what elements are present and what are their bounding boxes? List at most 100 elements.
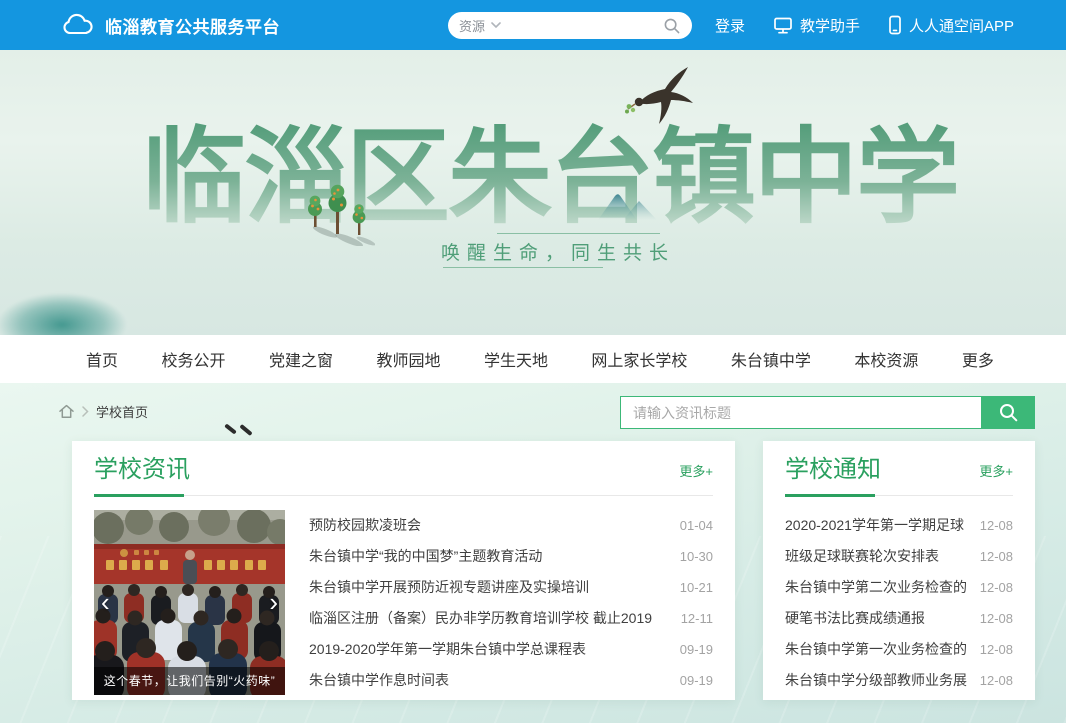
teaching-assistant-link[interactable]: 教学助手 bbox=[773, 15, 860, 36]
content-area: 学校首页 学校资讯 更多+ bbox=[0, 383, 1066, 723]
notice-item-title[interactable]: 朱台镇中学第二次业务检查的 bbox=[785, 577, 970, 597]
main-nav: 首页 校务公开 党建之窗 教师园地 学生天地 网上家长学校 朱台镇中学 bbox=[0, 335, 1066, 383]
nav-item: 本校资源 bbox=[854, 347, 918, 371]
notice-item[interactable]: 朱台镇中学第一次业务检查的 12-08 bbox=[785, 634, 1013, 665]
news-item-date: 12-11 bbox=[681, 611, 713, 626]
news-carousel[interactable]: ‹ › 这个春节，让我们告别“火药味” bbox=[94, 510, 285, 695]
notice-list: 2020-2021学年第一学期足球 12-08 班级足球联赛轮次安排表 12-0… bbox=[785, 510, 1013, 696]
notice-item-title[interactable]: 朱台镇中学第一次业务检查的 bbox=[785, 639, 970, 659]
news-item[interactable]: 预防校园欺凌班会 01-04 bbox=[309, 510, 713, 541]
topbar-links: 登录 教学助手 人人通空间APP bbox=[715, 0, 1014, 50]
news-item[interactable]: 朱台镇中学作息时间表 09-19 bbox=[309, 665, 713, 696]
panel-divider bbox=[785, 494, 1013, 497]
trees-decoration-icon bbox=[303, 182, 375, 251]
search-icon bbox=[998, 402, 1019, 423]
school-name-title: 临淄区朱台镇中学 bbox=[0, 114, 1066, 244]
nav-item: 朱台镇中学 bbox=[731, 347, 811, 371]
news-item-date: 01-04 bbox=[680, 518, 713, 533]
chevron-down-icon[interactable] bbox=[491, 22, 501, 29]
notice-item-date: 12-08 bbox=[980, 549, 1013, 564]
home-icon[interactable] bbox=[58, 403, 75, 420]
notice-panel-title: 学校通知 bbox=[785, 456, 881, 484]
news-item-date: 09-19 bbox=[680, 642, 713, 657]
nav-item: 网上家长学校 bbox=[591, 347, 687, 371]
search-icon[interactable] bbox=[663, 17, 681, 35]
slogan-line-bottom bbox=[443, 267, 603, 268]
nav-link[interactable]: 学生天地 bbox=[484, 353, 548, 370]
news-item-title[interactable]: 朱台镇中学开展预防近视专题讲座及实操培训 bbox=[309, 577, 670, 597]
news-item-date: 09-19 bbox=[680, 673, 713, 688]
phone-icon bbox=[888, 15, 902, 35]
news-item[interactable]: 临淄区注册（备案）民办非学历教育培训学校 截止2019 12-11 bbox=[309, 603, 713, 634]
news-searchbox bbox=[620, 396, 1035, 429]
nav-item: 党建之窗 bbox=[269, 347, 333, 371]
news-item-date: 10-30 bbox=[680, 549, 713, 564]
notice-item-date: 12-08 bbox=[980, 518, 1013, 533]
nav-link[interactable]: 朱台镇中学 bbox=[731, 353, 811, 370]
news-search-input[interactable] bbox=[620, 396, 982, 429]
nav-link[interactable]: 教师园地 bbox=[376, 353, 440, 370]
school-slogan: 唤醒生命，同生共长 bbox=[398, 238, 718, 265]
topbar-search[interactable]: 资源 bbox=[448, 12, 692, 39]
news-item-title[interactable]: 朱台镇中学作息时间表 bbox=[309, 670, 670, 690]
nav-link[interactable]: 党建之窗 bbox=[269, 353, 333, 370]
notice-item-title[interactable]: 硬笔书法比赛成绩通报 bbox=[785, 608, 970, 628]
breadcrumb: 学校首页 bbox=[58, 402, 148, 421]
news-item-title[interactable]: 临淄区注册（备案）民办非学历教育培训学校 截止2019 bbox=[309, 608, 671, 628]
breadcrumb-current[interactable]: 学校首页 bbox=[96, 402, 148, 421]
nav-link[interactable]: 更多 bbox=[962, 353, 994, 370]
carousel-prev-button[interactable]: ‹ bbox=[101, 589, 110, 615]
nav-item: 首页 bbox=[86, 347, 118, 371]
notice-item-date: 12-08 bbox=[980, 642, 1013, 657]
notice-item-date: 12-08 bbox=[980, 673, 1013, 688]
notice-item-date: 12-08 bbox=[980, 611, 1013, 626]
nav-item: 学生天地 bbox=[484, 347, 548, 371]
carousel-caption[interactable]: 这个春节，让我们告别“火药味” bbox=[94, 667, 285, 695]
notice-item[interactable]: 班级足球联赛轮次安排表 12-08 bbox=[785, 541, 1013, 572]
search-category-select[interactable]: 资源 bbox=[459, 16, 485, 35]
news-item[interactable]: 朱台镇中学开展预防近视专题讲座及实操培训 10-21 bbox=[309, 572, 713, 603]
news-list: 预防校园欺凌班会 01-04 朱台镇中学“我的中国梦”主题教育活动 10-30 … bbox=[309, 510, 713, 696]
news-item[interactable]: 朱台镇中学“我的中国梦”主题教育活动 10-30 bbox=[309, 541, 713, 572]
notice-item[interactable]: 2020-2021学年第一学期足球 12-08 bbox=[785, 510, 1013, 541]
nav-link[interactable]: 首页 bbox=[86, 353, 118, 370]
hill-decoration bbox=[0, 272, 152, 335]
nav-link[interactable]: 网上家长学校 bbox=[591, 353, 687, 370]
notice-item-title[interactable]: 2020-2021学年第一学期足球 bbox=[785, 515, 970, 535]
notice-item[interactable]: 朱台镇中学分级部教师业务展 12-08 bbox=[785, 665, 1013, 696]
notice-item[interactable]: 硬笔书法比赛成绩通报 12-08 bbox=[785, 603, 1013, 634]
school-notice-panel: 学校通知 更多+ 2020-2021学年第一学期足球 12-08 班级足球联赛轮… bbox=[763, 441, 1035, 700]
mountains-decoration-icon bbox=[598, 190, 674, 225]
notice-item-date: 12-08 bbox=[980, 580, 1013, 595]
nav-link[interactable]: 本校资源 bbox=[854, 353, 918, 370]
main-nav-list: 首页 校务公开 党建之窗 教师园地 学生天地 网上家长学校 朱台镇中学 bbox=[0, 335, 1066, 383]
swallow-icon bbox=[624, 66, 698, 135]
notice-more-link[interactable]: 更多+ bbox=[979, 461, 1013, 484]
news-item-title[interactable]: 预防校园欺凌班会 bbox=[309, 515, 670, 535]
notice-item-title[interactable]: 朱台镇中学分级部教师业务展 bbox=[785, 670, 970, 690]
nav-item: 校务公开 bbox=[161, 347, 225, 371]
news-item[interactable]: 2019-2020学年第一学期朱台镇中学总课程表 09-19 bbox=[309, 634, 713, 665]
news-panel-title: 学校资讯 bbox=[94, 456, 190, 484]
login-link[interactable]: 登录 bbox=[715, 15, 745, 36]
notice-item[interactable]: 朱台镇中学第二次业务检查的 12-08 bbox=[785, 572, 1013, 603]
monitor-icon bbox=[773, 16, 793, 35]
hero-banner: 临淄区朱台镇中学 bbox=[0, 50, 1066, 335]
platform-brand[interactable]: 临淄教育公共服务平台 bbox=[105, 13, 280, 38]
notice-item-title[interactable]: 班级足球联赛轮次安排表 bbox=[785, 546, 970, 566]
news-search-button[interactable] bbox=[982, 396, 1035, 429]
carousel-next-button[interactable]: › bbox=[269, 589, 278, 615]
panel-divider bbox=[94, 494, 713, 497]
slogan-line-top bbox=[497, 233, 660, 234]
news-item-date: 10-21 bbox=[680, 580, 713, 595]
news-item-title[interactable]: 2019-2020学年第一学期朱台镇中学总课程表 bbox=[309, 639, 670, 659]
chevron-right-icon bbox=[82, 406, 89, 417]
nav-link[interactable]: 校务公开 bbox=[161, 353, 225, 370]
renrentong-app-link[interactable]: 人人通空间APP bbox=[888, 15, 1014, 36]
news-more-link[interactable]: 更多+ bbox=[679, 461, 713, 484]
news-item-title[interactable]: 朱台镇中学“我的中国梦”主题教育活动 bbox=[309, 546, 670, 566]
nav-item: 更多 bbox=[962, 347, 994, 371]
school-news-panel: 学校资讯 更多+ bbox=[72, 441, 735, 700]
nav-item: 教师园地 bbox=[376, 347, 440, 371]
cloud-logo-icon bbox=[62, 13, 95, 37]
